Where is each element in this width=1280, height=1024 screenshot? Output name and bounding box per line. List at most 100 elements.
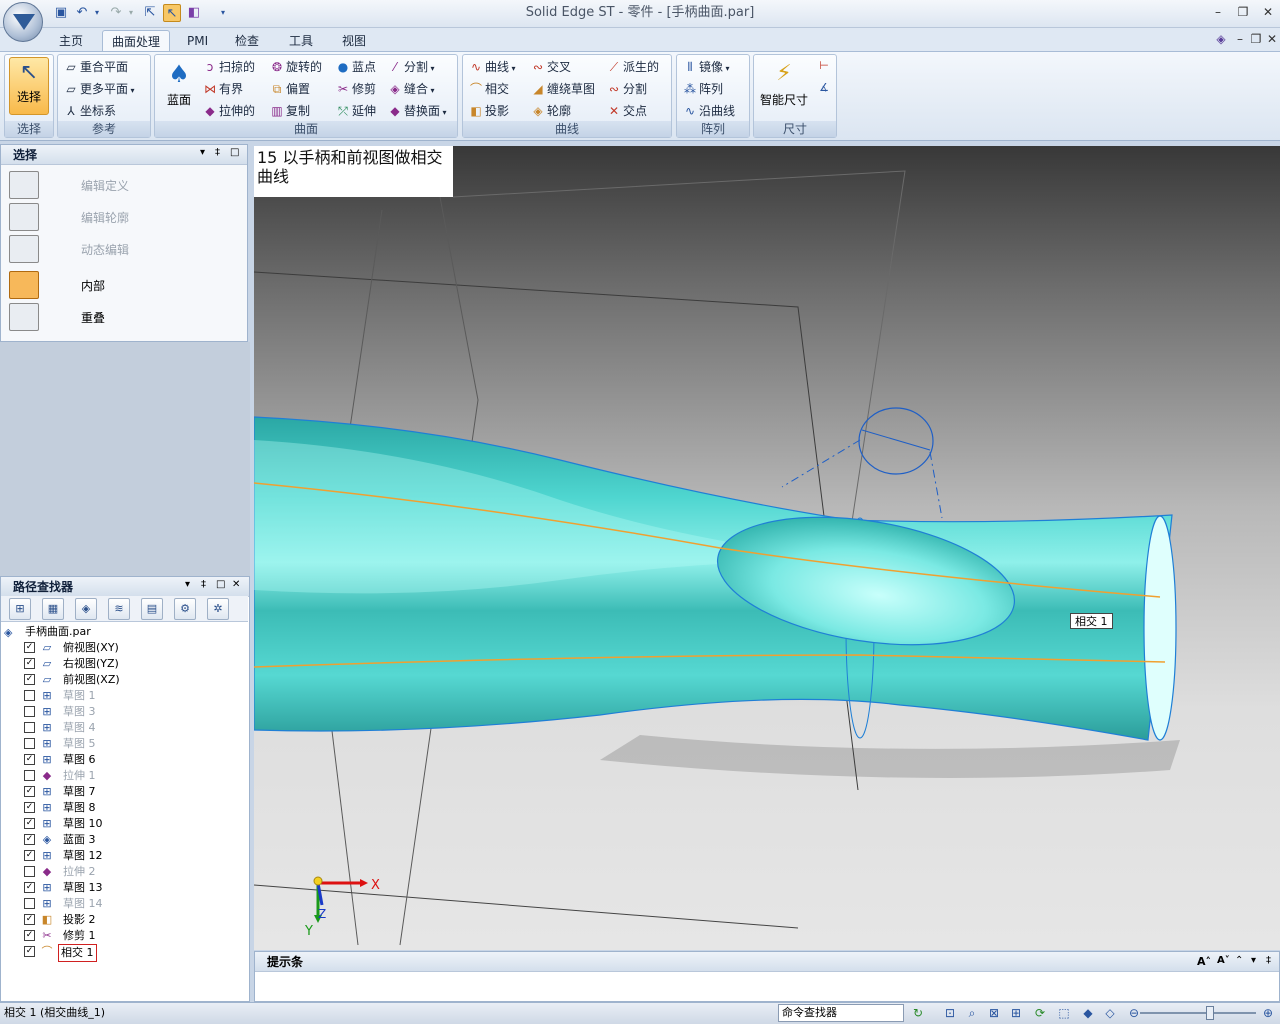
help-icon[interactable]: ◈ [1212, 31, 1230, 47]
select-option-dynamic-edit[interactable]: 动态编辑 [7, 235, 243, 263]
select-option-inside[interactable]: 内部 [7, 271, 243, 299]
customize-qat-icon[interactable]: ▾ [218, 4, 228, 22]
visibility-checkbox[interactable] [24, 898, 35, 909]
command-finder-input[interactable]: 命令查找器 [778, 1004, 904, 1022]
visibility-checkbox[interactable] [24, 866, 35, 877]
swept-button[interactable]: ↄ 扫掠的 [202, 57, 255, 77]
visibility-checkbox[interactable]: ✓ [24, 658, 35, 669]
tab-view[interactable]: 视图 [333, 30, 375, 52]
minimize-icon[interactable]: – [1209, 4, 1227, 20]
cross-button[interactable]: ∾ 交叉 [530, 57, 571, 77]
extend-button[interactable]: ⤱ 延伸 [335, 101, 376, 121]
view-orientation-icon[interactable]: ◆ [1080, 1005, 1096, 1021]
tab-pmi[interactable]: PMI [178, 30, 217, 52]
panel-close-icon[interactable]: ✕ [232, 579, 240, 590]
select-option-edit-profile[interactable]: 编辑轮廓 [7, 203, 243, 231]
visibility-checkbox[interactable]: ✓ [24, 914, 35, 925]
settings-icon[interactable]: ✲ [207, 598, 229, 620]
visibility-checkbox[interactable] [24, 706, 35, 717]
feature-view-icon[interactable]: ▦ [42, 598, 64, 620]
dimension-axis-icon[interactable]: ⊢ [816, 59, 832, 75]
redo-dropdown-icon[interactable]: ▾ [127, 4, 135, 22]
visibility-checkbox[interactable]: ✓ [24, 818, 35, 829]
select-tool-icon[interactable]: ↖ [163, 4, 181, 22]
visibility-checkbox[interactable] [24, 770, 35, 781]
pan-icon[interactable]: ⊞ [1008, 1005, 1024, 1021]
fit-icon[interactable]: ⊠ [986, 1005, 1002, 1021]
panel-restore-icon[interactable]: □ [230, 147, 239, 158]
pattern-button[interactable]: ⁂ 阵列 [682, 79, 723, 99]
panel-restore-icon[interactable]: □ [216, 579, 225, 590]
tab-tools[interactable]: 工具 [280, 30, 322, 52]
display-options-icon[interactable]: ⚙ [174, 598, 196, 620]
panel-pin-icon[interactable]: ‡ [1266, 955, 1271, 966]
wrap-sketch-button[interactable]: ◢ 缠绕草图 [530, 79, 595, 99]
mirror-button[interactable]: ⫴ 镜像 ▾ [682, 57, 729, 77]
zoom-area-icon[interactable]: ⊡ [942, 1005, 958, 1021]
font-decrease-icon[interactable]: A˅ [1217, 955, 1230, 966]
graphics-viewport[interactable]: X Y Z [254, 146, 1280, 950]
visibility-checkbox[interactable]: ✓ [24, 642, 35, 653]
undo-dropdown-icon[interactable]: ▾ [93, 4, 101, 22]
tab-inspect[interactable]: 检查 [226, 30, 268, 52]
named-views-icon[interactable]: ◇ [1102, 1005, 1118, 1021]
smart-dimension-button[interactable]: ⚡ 智能尺寸 [756, 57, 812, 115]
bluedot-button[interactable]: ● 蓝点 [335, 57, 376, 77]
offset-button[interactable]: ⧉ 偏置 [269, 79, 310, 99]
zoom-in-icon[interactable]: ⊕ [1260, 1005, 1276, 1021]
sketch-view-icon[interactable]: ⬚ [1056, 1005, 1072, 1021]
feature-tag-label[interactable]: 相交 1 [1070, 613, 1113, 629]
tab-surfacing[interactable]: 曲面处理 [102, 30, 171, 52]
go-icon[interactable]: ↻ [910, 1005, 926, 1021]
visibility-checkbox[interactable]: ✓ [24, 850, 35, 861]
close-icon[interactable]: ✕ [1259, 4, 1277, 20]
angle-dimension-icon[interactable]: ∡ [816, 81, 832, 97]
select-option-edit-definition[interactable]: 编辑定义 [7, 171, 243, 199]
project-button[interactable]: ◧ 投影 [468, 101, 509, 121]
intersect-button[interactable]: ⌒ 相交 [468, 79, 509, 99]
visibility-checkbox[interactable]: ✓ [24, 946, 35, 957]
copy-button[interactable]: ▥ 复制 [269, 101, 310, 121]
panel-options-icon[interactable]: ▾ [185, 579, 190, 590]
features-icon[interactable]: ◈ [75, 598, 97, 620]
select-button[interactable]: ↖ 选择 [9, 57, 49, 115]
maximize-icon[interactable]: ❐ [1234, 4, 1252, 20]
visibility-checkbox[interactable]: ✓ [24, 674, 35, 685]
bluesurf-button[interactable]: ♠ 蓝面 [159, 57, 199, 115]
panel-options-icon[interactable]: ▾ [200, 147, 205, 158]
contour-button[interactable]: ◈ 轮廓 [530, 101, 571, 121]
split-curve-button[interactable]: ∾ 分割 [606, 79, 647, 99]
bounded-button[interactable]: ⋈ 有界 [202, 79, 243, 99]
rotate-icon[interactable]: ⟳ [1032, 1005, 1048, 1021]
layers-icon[interactable]: ≋ [108, 598, 130, 620]
tab-home[interactable]: 主页 [50, 30, 92, 52]
tree-view-icon[interactable]: ⊞ [9, 598, 31, 620]
doc-close-icon[interactable]: ✕ [1263, 31, 1280, 47]
zoom-icon[interactable]: ⌕ [964, 1005, 980, 1021]
visibility-checkbox[interactable] [24, 690, 35, 701]
visibility-checkbox[interactable] [24, 722, 35, 733]
coordinate-system-button[interactable]: ⅄ 坐标系 [63, 101, 116, 121]
collapse-icon[interactable]: ⌃ [1235, 955, 1243, 966]
split-button[interactable]: ⁄ 分割 ▾ [387, 57, 435, 77]
visibility-checkbox[interactable]: ✓ [24, 802, 35, 813]
more-planes-button[interactable]: ▱ 更多平面 ▾ [63, 79, 134, 99]
redo-icon[interactable]: ↷ [107, 4, 125, 22]
zoom-slider-track[interactable] [1140, 1012, 1256, 1014]
visibility-checkbox[interactable]: ✓ [24, 786, 35, 797]
panel-pin-icon[interactable]: ‡ [201, 579, 206, 590]
font-increase-icon[interactable]: A˄ [1197, 955, 1211, 968]
stitch-button[interactable]: ◈ 缝合 ▾ [387, 79, 434, 99]
extruded-button[interactable]: ◆ 拉伸的 [202, 101, 255, 121]
window-icon[interactable]: ◧ [185, 4, 203, 22]
visibility-checkbox[interactable]: ✓ [24, 930, 35, 941]
along-curve-button[interactable]: ∿ 沿曲线 [682, 101, 735, 121]
coincident-plane-button[interactable]: ▱ 重合平面 [63, 57, 128, 77]
panel-options-icon[interactable]: ▾ [1251, 955, 1256, 966]
application-button[interactable] [3, 2, 43, 42]
visibility-checkbox[interactable]: ✓ [24, 834, 35, 845]
select-option-overlap[interactable]: 重叠 [7, 303, 243, 331]
derived-button[interactable]: ⟋ 派生的 [606, 57, 659, 77]
curve-button[interactable]: ∿ 曲线 ▾ [468, 57, 516, 77]
visibility-checkbox[interactable]: ✓ [24, 882, 35, 893]
